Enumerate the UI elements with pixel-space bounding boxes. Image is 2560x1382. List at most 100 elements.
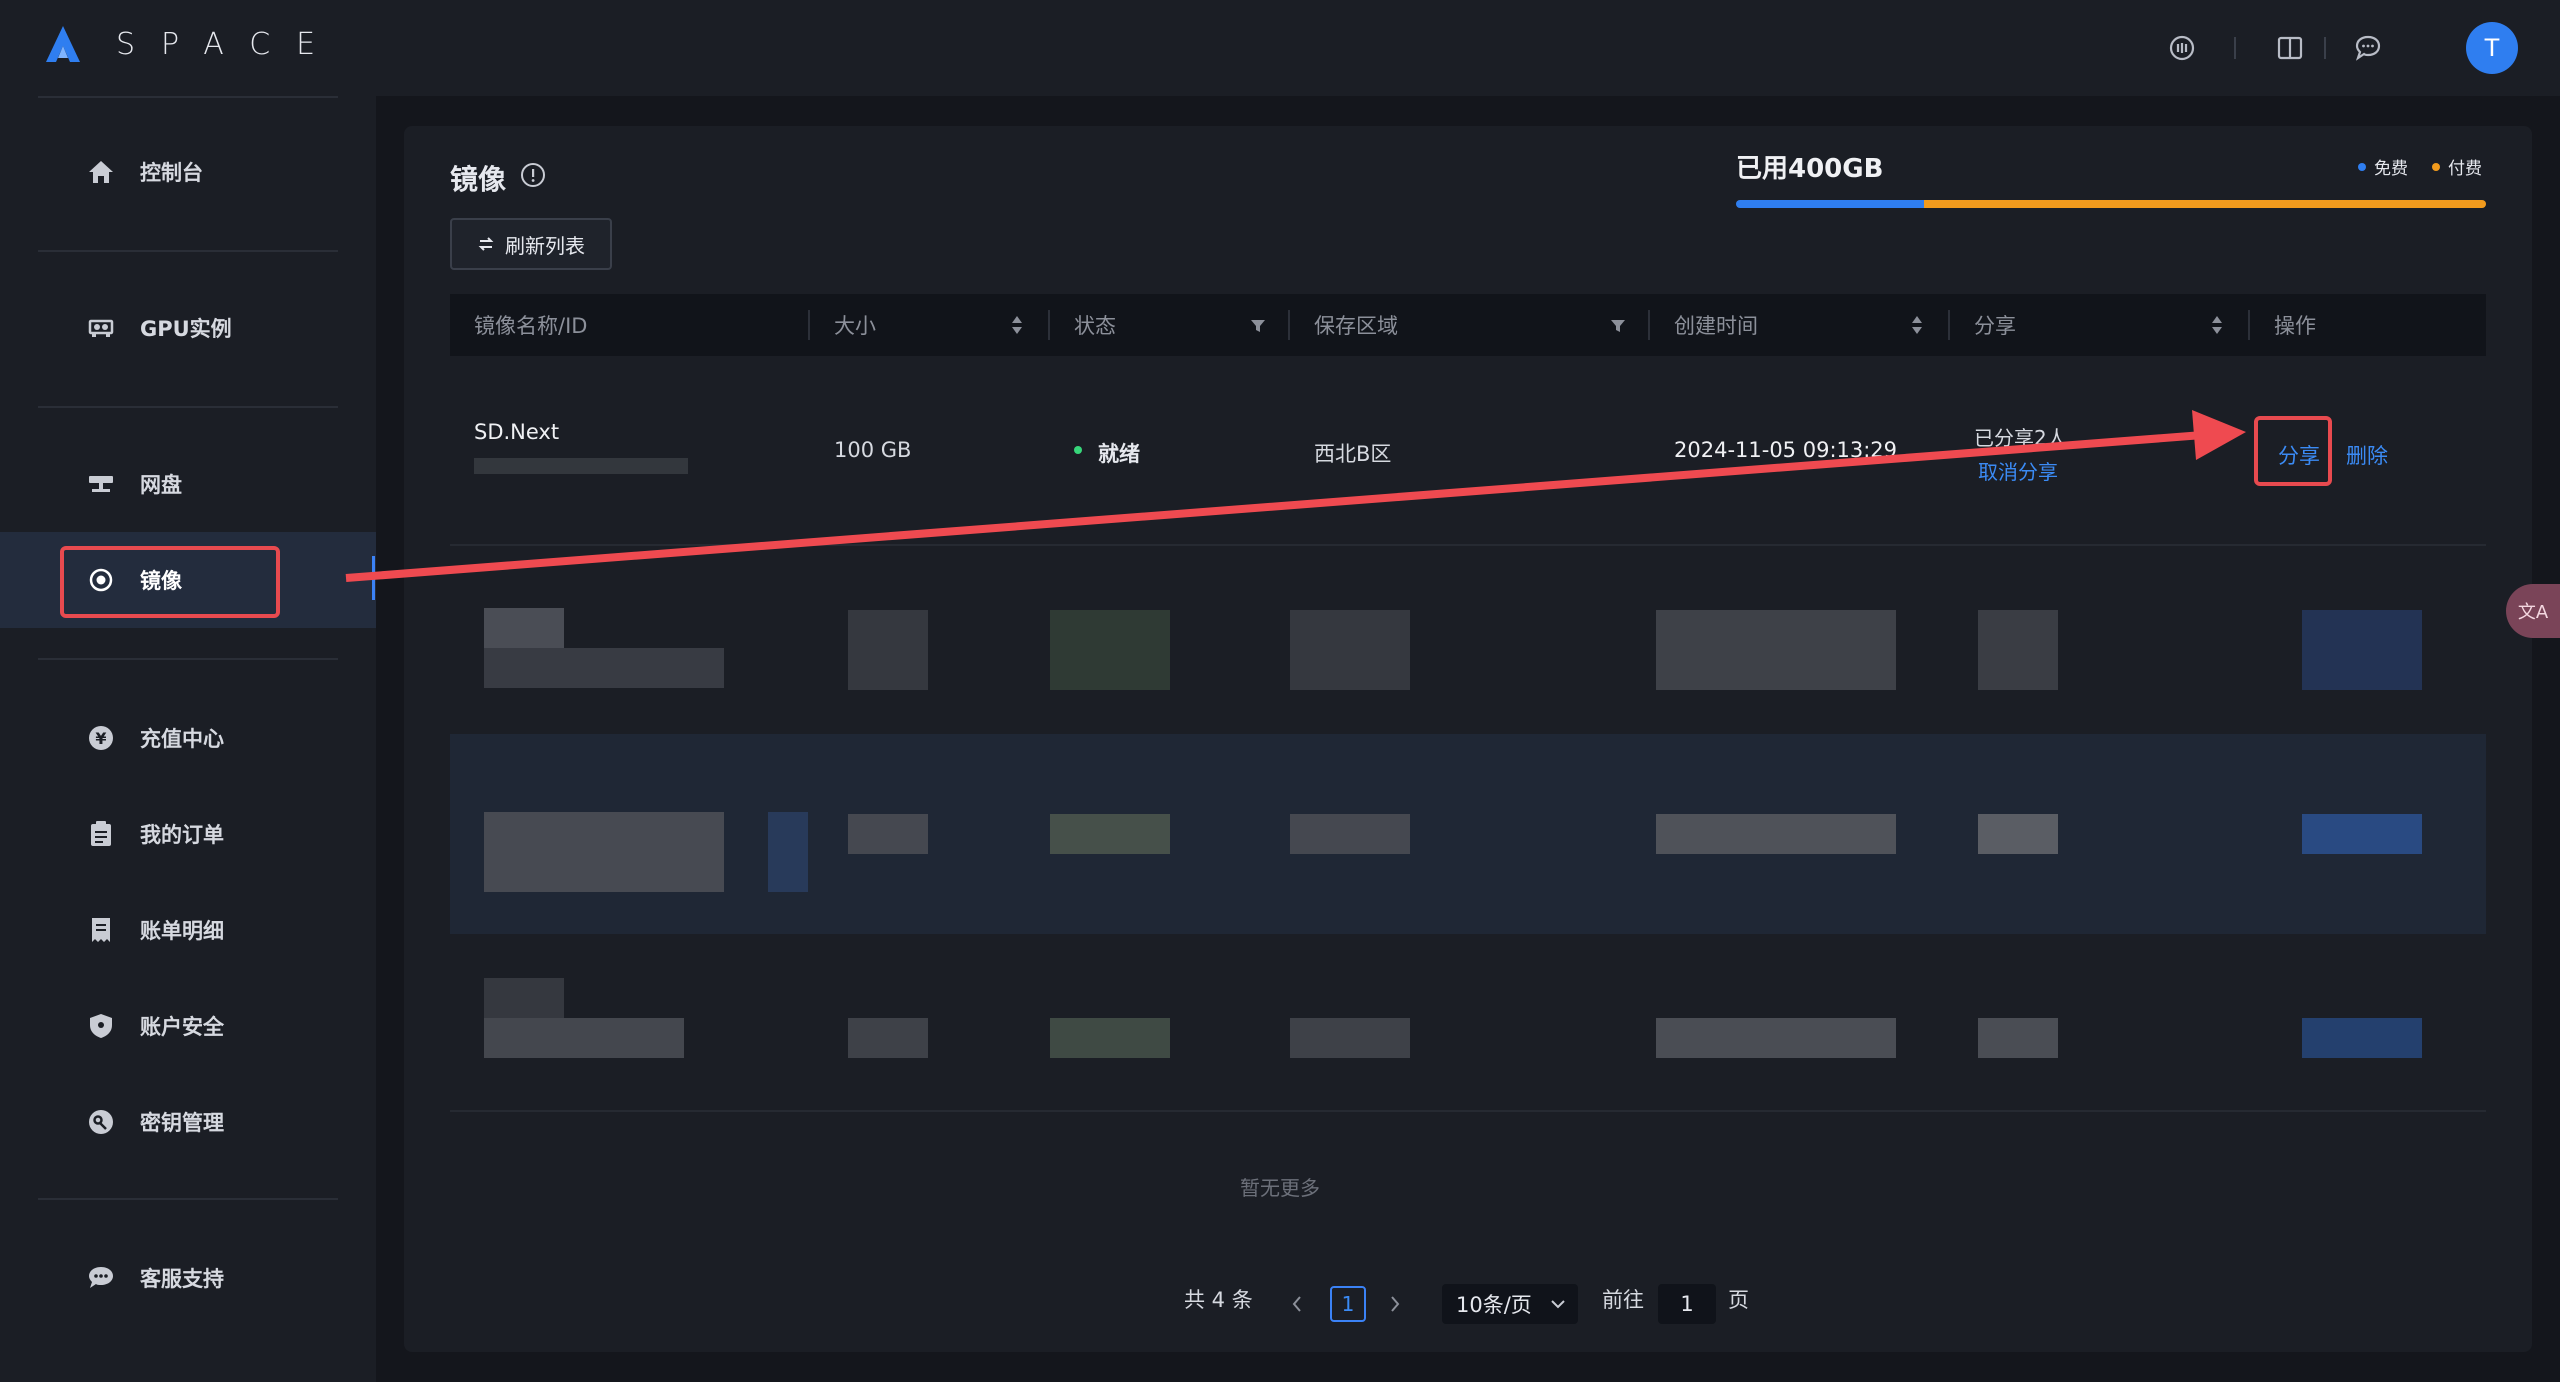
sidebar-item-bill[interactable]: 账单明细 [0,882,376,978]
avatar[interactable]: T [2466,22,2518,74]
sort-icon[interactable] [1910,314,1924,336]
delete-action-link[interactable]: 删除 [2346,440,2388,470]
sidebar-divider [38,250,338,252]
sidebar-item-support[interactable]: 客服支持 [0,1230,376,1326]
table-row-hover [450,734,2486,934]
logo[interactable]: SPACE [46,26,341,62]
blurred-cell [848,814,928,854]
goto-label: 前往 [1602,1288,1644,1312]
blurred-cell [1050,1018,1170,1058]
key-icon [86,1107,116,1137]
sidebar-item-security[interactable]: 账户安全 [0,978,376,1074]
highlight-box [2254,416,2332,486]
sidebar-item-console[interactable]: 控制台 [0,124,376,220]
chat-icon [86,1263,116,1293]
sidebar-item-label: 控制台 [140,161,203,185]
blurred-cell [2302,610,2422,690]
column-share: 分享 [1974,314,2016,338]
page-suffix: 页 [1728,1288,1749,1312]
row-divider [450,544,2486,546]
filter-icon[interactable] [1610,318,1626,334]
column-divider [1048,310,1050,340]
storage-bar [1736,200,2486,208]
blurred-cell [1978,610,2058,690]
active-indicator [372,556,375,600]
image-size: 100 GB [834,438,912,462]
prev-page-icon[interactable] [1290,1294,1304,1314]
message-icon[interactable] [2354,34,2382,62]
storage-bar-paid [1923,200,2486,208]
filter-icon[interactable] [1250,318,1266,334]
translate-tab[interactable]: 文A [2506,584,2560,638]
refresh-icon [478,237,494,251]
blurred-cell [2302,814,2422,854]
sidebar-item-recharge[interactable]: ¥ 充值中心 [0,690,376,786]
blurred-cell [2302,1018,2422,1058]
sidebar-divider [38,658,338,660]
blurred-cell [1656,1018,1896,1058]
disk-icon [86,469,116,499]
legend-free-label: 免费 [2374,159,2408,179]
sidebar-item-label: 账单明细 [140,919,224,943]
no-more-text: 暂无更多 [1240,1176,1320,1200]
sidebar-item-label: 账户安全 [140,1015,224,1039]
blurred-cell [1656,814,1896,854]
goto-page-input[interactable]: 1 [1658,1284,1716,1324]
blurred-cell [1290,1018,1410,1058]
storage-used: 已用400GB [1736,154,1884,184]
sidebar-item-label: 充值中心 [140,727,224,751]
sidebar-item-disk[interactable]: 网盘 [0,436,376,532]
column-size: 大小 [834,314,876,338]
blurred-cell [1978,814,2058,854]
created-time: 2024-11-05 09:13:29 [1674,438,1898,462]
column-divider [1648,310,1650,340]
blurred-cell [484,978,564,1018]
book-icon[interactable] [2276,34,2304,62]
sidebar-item-label: 网盘 [140,473,182,497]
sidebar-divider [38,406,338,408]
order-icon [86,819,116,849]
legend-free: 免费 [2358,154,2408,179]
legend-paid-dot [2432,162,2440,171]
column-divider [1948,310,1950,340]
top-bar [376,0,2560,96]
legend-free-dot [2358,162,2366,171]
topbar-divider [2324,37,2326,59]
sidebar-item-gpu[interactable]: GPU实例 [0,280,376,376]
blurred-cell [484,812,724,892]
refresh-label: 刷新列表 [505,233,585,258]
shield-icon [86,1011,116,1041]
sort-icon[interactable] [2210,314,2224,336]
chevron-down-icon [1551,1300,1565,1309]
sidebar-item-orders[interactable]: 我的订单 [0,786,376,882]
blurred-cell [484,608,564,648]
translate-icon: 文A [2517,602,2549,623]
column-status: 状态 [1074,314,1116,338]
page-size-select[interactable]: 10条/页 [1442,1284,1578,1324]
yen-icon: ¥ [86,723,116,753]
cancel-share-link[interactable]: 取消分享 [1978,456,2058,485]
info-icon[interactable] [520,162,546,192]
pagination-total: 共 4 条 [1184,1288,1253,1312]
row-divider [450,1110,2486,1112]
bill-icon [86,915,116,945]
blurred-cell [1978,1018,2058,1058]
column-name: 镜像名称/ID [474,314,588,338]
sort-icon[interactable] [1010,314,1024,336]
sidebar-item-label: GPU实例 [140,317,232,341]
column-divider [1288,310,1290,340]
status-text: 就绪 [1098,442,1140,466]
refresh-button[interactable]: 刷新列表 [450,218,612,270]
settings-circle-icon[interactable] [2168,34,2196,62]
next-page-icon[interactable] [1388,1294,1402,1314]
gpu-icon [86,313,116,343]
sidebar-item-keys[interactable]: 密钥管理 [0,1074,376,1170]
blurred-cell [848,610,928,690]
svg-text:¥: ¥ [95,729,106,748]
sidebar-item-label: 我的订单 [140,823,224,847]
page-1-button[interactable]: 1 [1330,1286,1366,1322]
column-created: 创建时间 [1674,314,1758,338]
table-header: 镜像名称/ID 大小 状态 保存区域 创建时间 分享 操作 [450,294,2486,356]
legend-paid: 付费 [2432,154,2482,179]
sidebar-item-label: 密钥管理 [140,1111,224,1135]
